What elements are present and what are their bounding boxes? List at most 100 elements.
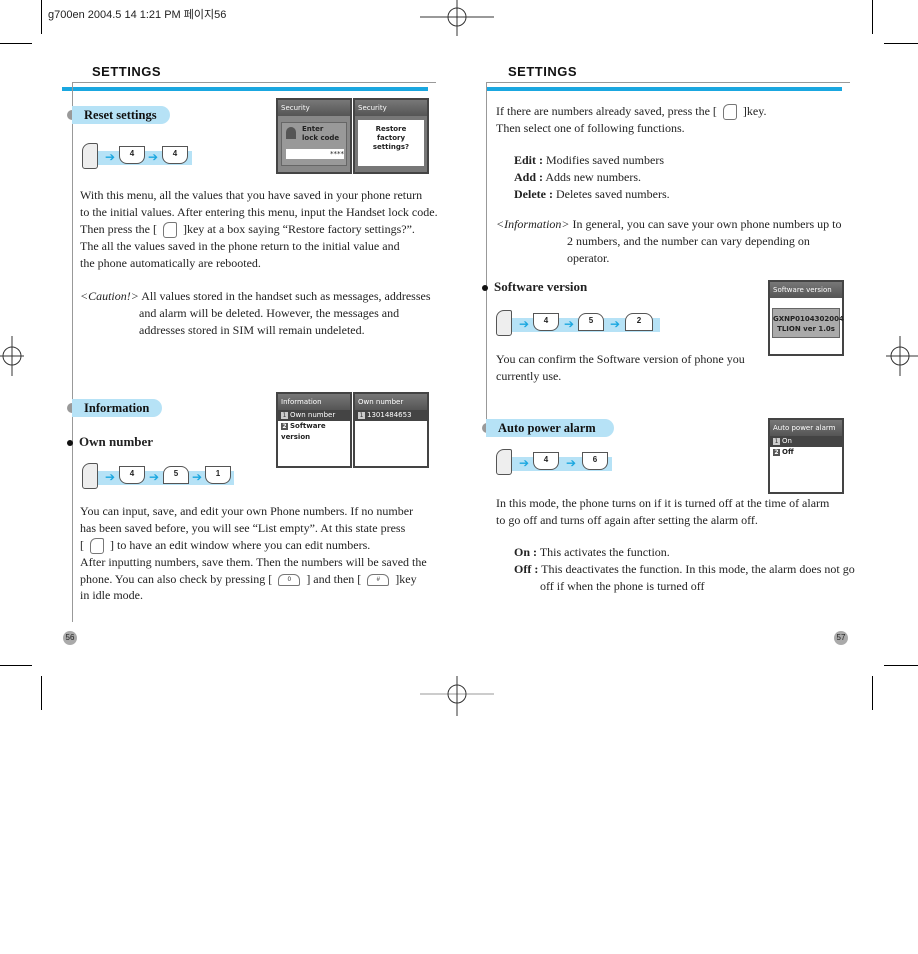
page-title-right: SETTINGS <box>508 64 578 79</box>
key-icon: 4 <box>119 146 145 164</box>
text-line: With this menu, all the values that you … <box>80 188 423 202</box>
screen-text: Enter <box>302 125 324 133</box>
text-line: 2 numbers, and the number can vary depen… <box>567 233 810 248</box>
function-item: Delete : Deletes saved numbers. <box>514 186 670 201</box>
menu-key-icon <box>496 449 512 475</box>
text-line: In this mode, the phone turns on if it i… <box>496 496 830 510</box>
text-line: After inputting numbers, save them. Then… <box>80 554 427 569</box>
key-icon: 6 <box>582 452 608 470</box>
key-icon: 4 <box>119 466 145 484</box>
arrow-icon: ➔ <box>192 470 203 484</box>
own-number-description: You can input, save, and edit your own P… <box>80 503 436 604</box>
arrow-icon: ➔ <box>566 456 577 470</box>
divider <box>486 82 850 83</box>
caution-note: <Caution!> All values stored in the hand… <box>80 288 450 338</box>
arrow-icon: ➔ <box>564 317 575 331</box>
lock-icon <box>286 127 296 139</box>
arrow-icon: ➔ <box>105 470 116 484</box>
subheading-own-number: Own number <box>67 434 153 450</box>
function-item: Edit : Modifies saved numbers <box>514 153 664 167</box>
text-line: Then select one of following functions. <box>496 121 685 136</box>
crop-mark <box>41 676 42 710</box>
menu-key-icon <box>496 310 512 336</box>
menu-key-icon <box>82 143 98 169</box>
page-title-left: SETTINGS <box>92 64 162 79</box>
registration-mark-top <box>420 0 494 36</box>
screen-text: Restore <box>375 125 407 133</box>
phone-screen-software-version: Software version GXNP0104302004 TLION ve… <box>768 280 844 356</box>
crop-mark <box>884 665 918 666</box>
text-line: [] to have an edit window where you can … <box>80 537 436 554</box>
lock-code-input: **** <box>286 149 344 159</box>
registration-mark-right <box>886 336 918 376</box>
margin-line <box>72 82 73 622</box>
screen-title: Own number <box>355 394 427 410</box>
own-number-item: 1 1301484653 <box>355 410 427 421</box>
arrow-icon: ➔ <box>610 317 621 331</box>
intro-text: If there are numbers already saved, pres… <box>496 103 856 137</box>
text-line: the phone automatically are rebooted. <box>80 255 261 270</box>
functions-list: Edit : Modifies saved numbers Add : Adds… <box>514 152 670 202</box>
key-sequence-reset: ➔ 4 ➔ 4 <box>82 143 192 169</box>
alarm-description: In this mode, the phone turns on if it i… <box>496 495 866 529</box>
text-line: to go off and turns off again after sett… <box>496 512 758 527</box>
alarm-options: On : This activates the function. Off : … <box>514 544 864 594</box>
screen-title: Auto power alarm <box>770 420 842 436</box>
screen-text: lock code <box>302 134 340 142</box>
section-heading-reset: Reset settings <box>72 106 170 124</box>
print-header: g700en 2004.5 14 1:21 PM 페이지56 <box>48 9 227 21</box>
text-line: Then press the [ ]key at a box saying “Re… <box>80 221 450 238</box>
crop-mark <box>41 0 42 34</box>
option-desc-off: Off : This deactivates the function. In … <box>514 561 855 576</box>
option-off: 2 Off <box>773 448 794 456</box>
key-sequence-software: ➔ 4 ➔ 5 ➔ 2 <box>496 310 660 336</box>
text-line: in idle mode. <box>80 588 143 603</box>
hash-key-icon: # <box>367 573 390 586</box>
screen-title: Information <box>278 394 350 410</box>
screen-text: settings? <box>372 143 410 151</box>
phone-screen-information: Information 1 Own number 2 Software versio… <box>276 392 352 468</box>
text-line: addresses stored in SIM will remain unde… <box>139 322 365 337</box>
menu-item-own-number: 1 Own number <box>278 410 350 421</box>
registration-mark-bottom <box>420 676 494 716</box>
text-line: and alarm will be deleted. However, the … <box>139 305 400 320</box>
page-number-left: 56 <box>63 631 77 645</box>
screen-text: factory <box>376 134 406 142</box>
reset-description: With this menu, all the values that you … <box>80 187 450 271</box>
text-fragment: ]key at a box saying “Restore factory se… <box>182 221 415 236</box>
crop-mark <box>0 665 32 666</box>
information-note: <Information> In general, you can save y… <box>496 216 866 266</box>
key-icon: 4 <box>533 313 559 331</box>
section-heading-information: Information <box>72 399 162 417</box>
text-fragment: Then press the [ <box>80 221 157 236</box>
text-line: You can input, save, and edit your own P… <box>80 504 414 518</box>
crop-mark <box>872 676 873 710</box>
key-icon: 5 <box>578 313 604 331</box>
caution-label: <Caution!> <box>80 289 139 303</box>
phone-screen-own-number: Own number 1 1301484653 <box>353 392 429 468</box>
key-icon: 2 <box>625 313 653 331</box>
text-line: off if when the phone is turned off <box>540 578 705 593</box>
phone-screen-auto-power-alarm: Auto power alarm 1 On 2 Off <box>768 418 844 494</box>
crop-mark <box>0 43 32 44</box>
option-desc-on: On : This activates the function. <box>514 545 670 559</box>
page-number-right: 57 <box>834 631 848 645</box>
text-line: has been saved before, you will see “Lis… <box>80 520 406 535</box>
version-code: GXNP0104302004 <box>773 315 844 323</box>
text-line: You can confirm the Software version of … <box>496 352 745 366</box>
screen-title: Software version <box>770 282 842 298</box>
title-rule <box>486 87 842 91</box>
arrow-icon: ➔ <box>519 456 530 470</box>
arrow-icon: ➔ <box>148 150 159 164</box>
text-line: operator. <box>567 250 610 265</box>
key-sequence-alarm: ➔ 4 ➔ 6 <box>496 449 612 475</box>
crop-mark <box>884 43 918 44</box>
phone-screen-restore: Security Restore factory settings? <box>353 98 429 174</box>
registration-mark-left <box>0 336 24 376</box>
crop-mark <box>872 0 873 34</box>
section-heading-auto-power-alarm: Auto power alarm <box>486 419 614 437</box>
text-line: currently use. <box>496 368 562 383</box>
subheading-software-version: Software version <box>482 279 587 295</box>
menu-key-icon <box>722 104 737 121</box>
menu-item-software-version: 2 Software version <box>281 422 326 441</box>
